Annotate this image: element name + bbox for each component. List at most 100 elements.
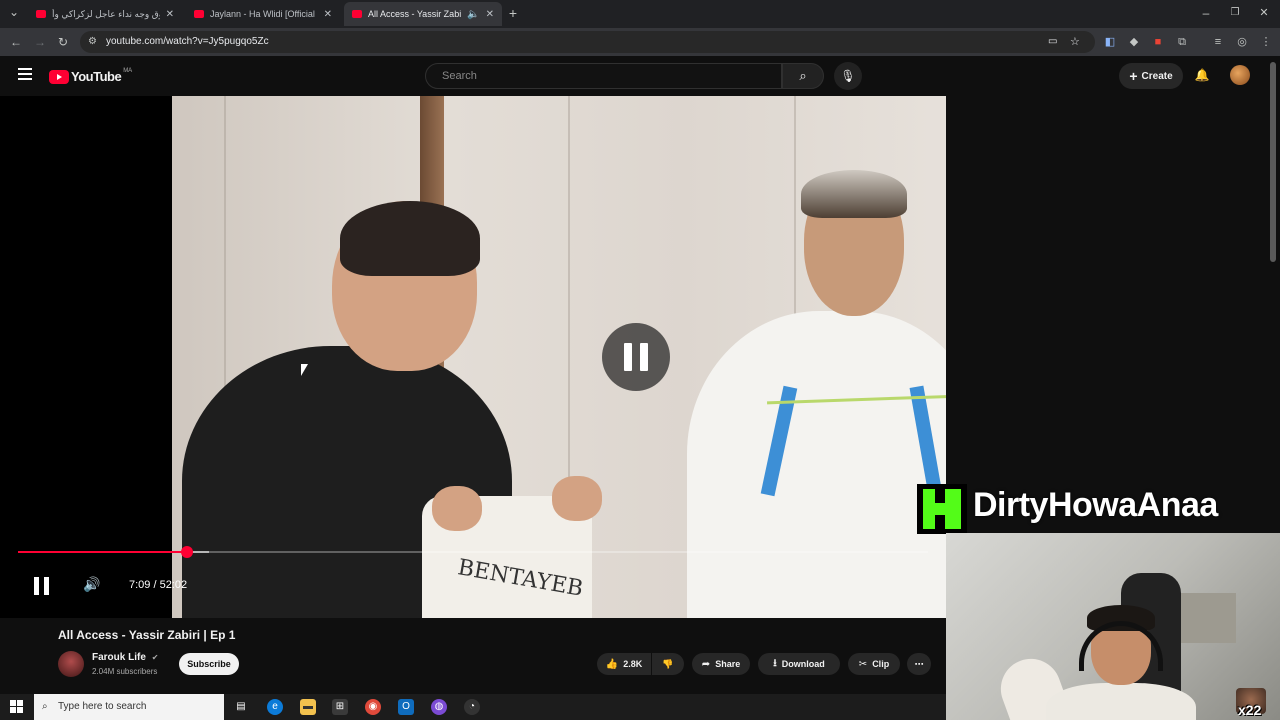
translate-extension-icon[interactable]: ◧ — [1103, 35, 1117, 49]
minimize-icon[interactable]: – — [1198, 5, 1214, 21]
back-icon[interactable]: ← — [8, 34, 24, 50]
webcam-overlay — [946, 533, 1280, 720]
close-icon[interactable]: ✕ — [486, 9, 494, 20]
bookmark-star-icon[interactable]: ☆ — [1070, 31, 1080, 53]
search-input[interactable]: Search — [425, 63, 782, 89]
puzzle-extensions-icon[interactable]: ⧉ — [1175, 35, 1189, 49]
download-label: Download — [781, 659, 825, 669]
reload-icon[interactable]: ↻ — [55, 34, 71, 50]
taskbar-search-icon: ⌕ — [42, 701, 48, 712]
subscribe-button[interactable]: Subscribe — [179, 653, 239, 675]
channel-name-text: Farouk Life — [92, 652, 146, 663]
video-frame: BENTAYEB 10 — [172, 96, 946, 618]
search-icon: ⌕ — [799, 68, 807, 83]
site-info-icon[interactable]: ⚙ — [88, 31, 97, 53]
verified-icon: ✔ — [151, 653, 159, 662]
search-placeholder: Search — [442, 70, 477, 82]
browser-toolbar: ← → ↻ ⚙ youtube.com/watch?v=Jy5pugqo5Zc … — [0, 28, 1280, 56]
video-player[interactable]: BENTAYEB 10 🔊 7:09 / 52:02 — [0, 96, 946, 618]
youtube-logo[interactable]: YouTube MA — [49, 67, 133, 84]
download-icon: ⭳ — [773, 657, 777, 669]
share-icon: ➦ — [701, 658, 711, 670]
windows-taskbar: ⌕ Type here to search ▤ e ▬ ⊞ ◉ O ◍ ◔ — [0, 694, 946, 720]
create-button[interactable]: + Create — [1119, 63, 1183, 89]
subscriber-count: 2.04M subscribers — [92, 667, 158, 676]
close-icon[interactable]: ✕ — [166, 9, 174, 20]
tab-2-title: Jaylann - Ha Wlidi [Official Mu — [210, 9, 318, 19]
youtube-play-icon — [49, 69, 69, 84]
taskbar-search-placeholder: Type here to search — [58, 701, 147, 712]
logo-text: YouTube — [71, 69, 122, 84]
video-person-left: BENTAYEB 10 — [182, 156, 602, 618]
browser-tab-bar: ⌄ بوزروق وجه نداء عاجل لزكراكي وأ ✕ Jayl… — [0, 0, 1280, 28]
bell-icon[interactable]: 🔔 — [1193, 66, 1211, 84]
page-scrollbar[interactable] — [1270, 62, 1276, 262]
country-code: MA — [123, 67, 133, 74]
store-icon[interactable]: ⊞ — [332, 699, 348, 715]
browser-menu-icon[interactable]: ⋮ — [1259, 35, 1273, 49]
more-actions-button[interactable]: ⋯ — [907, 653, 931, 675]
progress-scrubber[interactable] — [180, 546, 193, 558]
tab-3-active[interactable]: All Access - Yassir Zabiri | E 🔈 ✕ — [344, 2, 502, 26]
youtube-header: YouTube MA Search ⌕ 🎙 + Create 🔔 — [0, 56, 1280, 96]
streamer-name: DirtyHowaAnaa — [973, 486, 1218, 524]
center-pause-icon[interactable] — [602, 323, 670, 391]
windows-start-icon[interactable] — [10, 700, 24, 714]
youtube-favicon-icon — [36, 10, 46, 18]
close-icon[interactable]: ✕ — [324, 9, 332, 20]
taskbar-search-input[interactable]: ⌕ Type here to search — [34, 694, 224, 720]
task-view-icon[interactable]: ▤ — [233, 699, 249, 715]
create-label: Create — [1141, 70, 1173, 82]
kick-logo-icon — [917, 484, 967, 534]
new-tab-icon[interactable]: + — [505, 5, 521, 21]
forward-icon[interactable]: → — [32, 34, 48, 50]
mic-icon[interactable]: 🎙 — [834, 62, 862, 90]
channel-name[interactable]: Farouk Life ✔ — [92, 652, 158, 663]
time-display: 7:09 / 52:02 — [129, 579, 188, 591]
video-title: All Access - Yassir Zabiri | Ep 1 — [58, 628, 236, 642]
red-extension-icon[interactable]: ■ — [1151, 35, 1165, 49]
file-explorer-icon[interactable]: ▬ — [300, 699, 316, 715]
edge-icon[interactable]: e — [267, 699, 283, 715]
outlook-icon[interactable]: O — [398, 699, 414, 715]
app-icon[interactable]: ◍ — [431, 699, 447, 715]
plus-icon: + — [1129, 68, 1138, 84]
progress-played — [18, 551, 187, 553]
chrome-icon[interactable]: ◉ — [365, 699, 381, 715]
profile-icon[interactable]: ◎ — [1235, 35, 1249, 49]
mouse-cursor-icon — [301, 364, 308, 376]
dislike-button[interactable]: 👎 — [652, 653, 684, 675]
media-controls-icon[interactable]: ≡ — [1211, 35, 1225, 49]
share-button[interactable]: ➦ Share — [692, 653, 750, 675]
address-bar[interactable]: ⚙ youtube.com/watch?v=Jy5pugqo5Zc ▭ ☆ — [80, 31, 1095, 53]
search-button[interactable]: ⌕ — [782, 63, 824, 89]
user-avatar[interactable] — [1230, 65, 1250, 85]
restore-icon[interactable]: ❐ — [1227, 5, 1243, 21]
download-button[interactable]: ⭳ Download — [758, 653, 840, 675]
like-button[interactable]: 👍 2.8K — [597, 653, 651, 675]
share-label: Share — [715, 659, 741, 669]
youtube-favicon-icon — [194, 10, 204, 18]
thumbs-up-icon: 👍 — [605, 658, 619, 670]
tab-search-icon[interactable]: ⌄ — [6, 4, 22, 20]
tab-1[interactable]: بوزروق وجه نداء عاجل لزكراكي وأ ✕ — [28, 2, 182, 26]
clip-label: Clip — [872, 659, 890, 669]
obs-icon[interactable]: ◔ — [464, 699, 480, 715]
hamburger-icon[interactable] — [18, 68, 32, 80]
speaker-icon[interactable]: 🔈 — [467, 9, 479, 20]
like-count: 2.8K — [623, 659, 643, 669]
progress-bar[interactable] — [18, 546, 928, 558]
extension-icon[interactable]: ◆ — [1127, 35, 1141, 49]
scissors-icon: ✂ — [858, 658, 868, 670]
emote-count: x22 — [1238, 702, 1262, 718]
cast-icon[interactable]: ▭ — [1048, 31, 1057, 53]
tab-3-title: All Access - Yassir Zabiri | E — [368, 9, 461, 19]
more-icon: ⋯ — [914, 658, 924, 669]
pause-button[interactable] — [34, 577, 50, 595]
window-close-icon[interactable]: ✕ — [1256, 5, 1272, 21]
tab-2[interactable]: Jaylann - Ha Wlidi [Official Mu ✕ — [186, 2, 340, 26]
tab-1-title: بوزروق وجه نداء عاجل لزكراكي وأ — [52, 8, 160, 19]
clip-button[interactable]: ✂ Clip — [848, 653, 900, 675]
channel-avatar[interactable] — [58, 651, 84, 677]
volume-icon[interactable]: 🔊 — [83, 576, 100, 593]
